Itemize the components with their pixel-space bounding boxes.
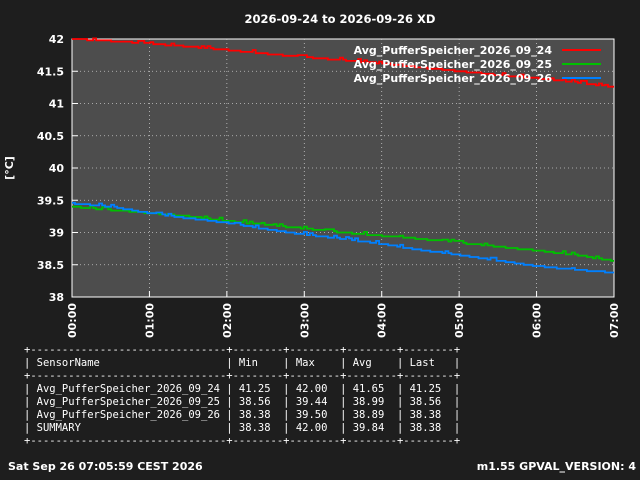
stats-summary-row: | SUMMARY | 38.38 | 42.00 | 39.84 | 38.3…: [24, 422, 461, 434]
x-tick-label: 03:00: [298, 303, 311, 338]
legend: Avg_PufferSpeicher_2026_09_24Avg_PufferS…: [354, 44, 601, 85]
legend-label: Avg_PufferSpeicher_2026_09_24: [354, 44, 553, 57]
y-tick-label: 40: [49, 162, 65, 175]
legend-label: Avg_PufferSpeicher_2026_09_25: [354, 58, 552, 71]
y-tick-label: 41: [49, 98, 64, 111]
x-tick-label: 01:00: [143, 303, 156, 338]
x-tick-label: 02:00: [221, 303, 234, 338]
chart-svg: 2026-09-24 to 2026-09-26 XD 38 38.5 39 39.5…: [3, 12, 621, 338]
stats-row: | Avg_PufferSpeicher_2026_09_24 | 41.25 …: [24, 383, 461, 395]
y-tick-label: 38.5: [37, 259, 64, 272]
footer-version: m1.55 GPVAL_VERSION: 4: [476, 460, 636, 473]
legend-label: Avg_PufferSpeicher_2026_09_26: [354, 72, 553, 85]
x-tick-label: 04:00: [376, 303, 389, 338]
y-tick-label: 38: [49, 291, 64, 304]
x-tick-label: 05:00: [453, 303, 466, 338]
y-axis-label: [°C]: [3, 156, 16, 180]
y-tick-label: 39.5: [37, 194, 64, 207]
stats-border-mid: +-------------------------------+-------…: [24, 370, 461, 382]
x-tick-label: 07:00: [608, 303, 621, 338]
stats-border-top: +-------------------------------+-------…: [24, 344, 461, 356]
stats-border-bottom: +-------------------------------+-------…: [24, 435, 461, 447]
y-tick-label: 39: [49, 227, 64, 240]
y-tick-label: 40.5: [37, 130, 64, 143]
stats-header: | SensorName | Min | Max | Avg | Last |: [24, 357, 461, 369]
x-tick-label: 06:00: [531, 303, 544, 338]
x-tick-label: 00:00: [66, 303, 79, 338]
stats-row: | Avg_PufferSpeicher_2026_09_25 | 38.56 …: [24, 396, 461, 408]
stats-row: | Avg_PufferSpeicher_2026_09_26 | 38.38 …: [24, 409, 461, 421]
y-tick-label: 42: [49, 33, 64, 46]
chart-title: 2026-09-24 to 2026-09-26 XD: [245, 12, 436, 26]
y-tick-label: 41.5: [37, 65, 64, 78]
x-axis-ticks: 00:00 01:00 02:00 03:00 04:00 05:00 06:00 07:00: [66, 291, 621, 338]
stats-table: +-------------------------------+-------…: [24, 344, 460, 448]
footer-timestamp: Sat Sep 26 07:05:59 CEST 2026: [8, 460, 203, 473]
